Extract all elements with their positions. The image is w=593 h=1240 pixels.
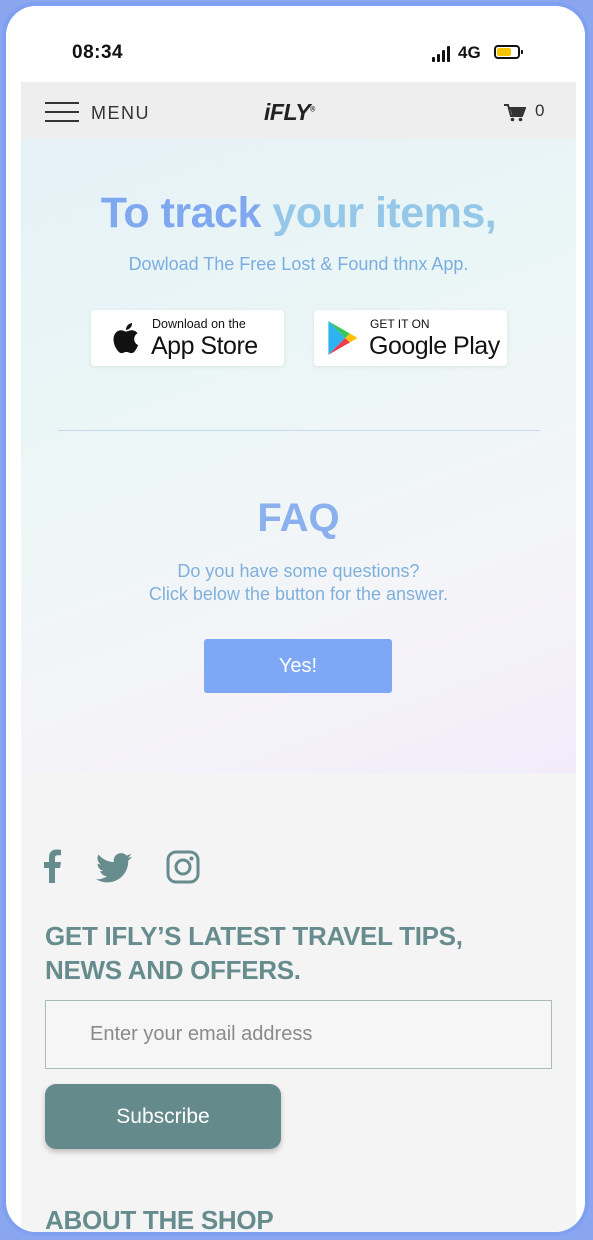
navbar: MENU iFLY® 0 bbox=[21, 82, 576, 139]
app-store-small-text: Download on the bbox=[152, 317, 246, 331]
app-store-button[interactable]: Download on the App Store bbox=[91, 310, 284, 366]
newsletter-title-line1: GET IFLY’S LATEST TRAVEL TIPS, bbox=[45, 921, 463, 951]
section-divider bbox=[58, 430, 540, 431]
newsletter-title: GET IFLY’S LATEST TRAVEL TIPS, NEWS AND … bbox=[45, 919, 545, 987]
battery-icon bbox=[494, 45, 523, 59]
facebook-icon[interactable] bbox=[43, 849, 61, 883]
subscribe-button[interactable]: Subscribe bbox=[45, 1084, 281, 1149]
hamburger-icon[interactable] bbox=[45, 102, 79, 122]
email-input[interactable] bbox=[45, 1000, 552, 1069]
hero-title-part2: your items, bbox=[272, 189, 497, 237]
logo-mark: ® bbox=[310, 106, 315, 114]
about-shop-heading: ABOUT THE SHOP bbox=[45, 1205, 274, 1232]
google-play-small-text: GET IT ON bbox=[370, 317, 430, 331]
hero-subtitle: Dowload The Free Lost & Found thnx App. bbox=[128, 254, 469, 274]
app-store-big-text: App Store bbox=[151, 332, 258, 360]
faq-title: FAQ bbox=[257, 496, 340, 540]
google-play-icon bbox=[328, 321, 358, 355]
page-content: MENU iFLY® 0 To track your items, Dowloa… bbox=[21, 82, 576, 1232]
faq-text-line2: Click below the button for the answer. bbox=[148, 584, 449, 604]
cart-icon[interactable] bbox=[504, 104, 526, 122]
google-play-button[interactable]: GET IT ON Google Play bbox=[314, 310, 507, 366]
newsletter-title-line2: NEWS AND OFFERS. bbox=[45, 955, 301, 985]
instagram-icon[interactable] bbox=[166, 850, 200, 884]
phone-frame: 08:34 4G MENU iFLY® 0 To track your item… bbox=[2, 2, 589, 1236]
network-label: 4G bbox=[458, 43, 481, 62]
screen: 08:34 4G MENU iFLY® 0 To track your item… bbox=[6, 6, 585, 1232]
cart-count: 0 bbox=[535, 101, 545, 120]
signal-icon bbox=[432, 46, 452, 62]
apple-icon bbox=[113, 322, 139, 354]
menu-label[interactable]: MENU bbox=[91, 103, 150, 124]
hero-title: To track your items, bbox=[21, 189, 576, 238]
status-time: 08:34 bbox=[72, 42, 124, 63]
twitter-icon[interactable] bbox=[95, 853, 133, 883]
google-play-big-text: Google Play bbox=[369, 332, 500, 360]
faq-text-line1: Do you have some questions? bbox=[177, 561, 420, 581]
logo-text: iFLY bbox=[264, 99, 311, 125]
faq-yes-button[interactable]: Yes! bbox=[204, 639, 392, 693]
hero-title-part1: To track bbox=[100, 189, 273, 237]
logo[interactable]: iFLY® bbox=[264, 99, 315, 126]
status-bar: 08:34 4G bbox=[6, 6, 585, 82]
hero-section: To track your items, Dowload The Free Lo… bbox=[21, 139, 576, 773]
footer: GET IFLY’S LATEST TRAVEL TIPS, NEWS AND … bbox=[21, 773, 576, 1232]
